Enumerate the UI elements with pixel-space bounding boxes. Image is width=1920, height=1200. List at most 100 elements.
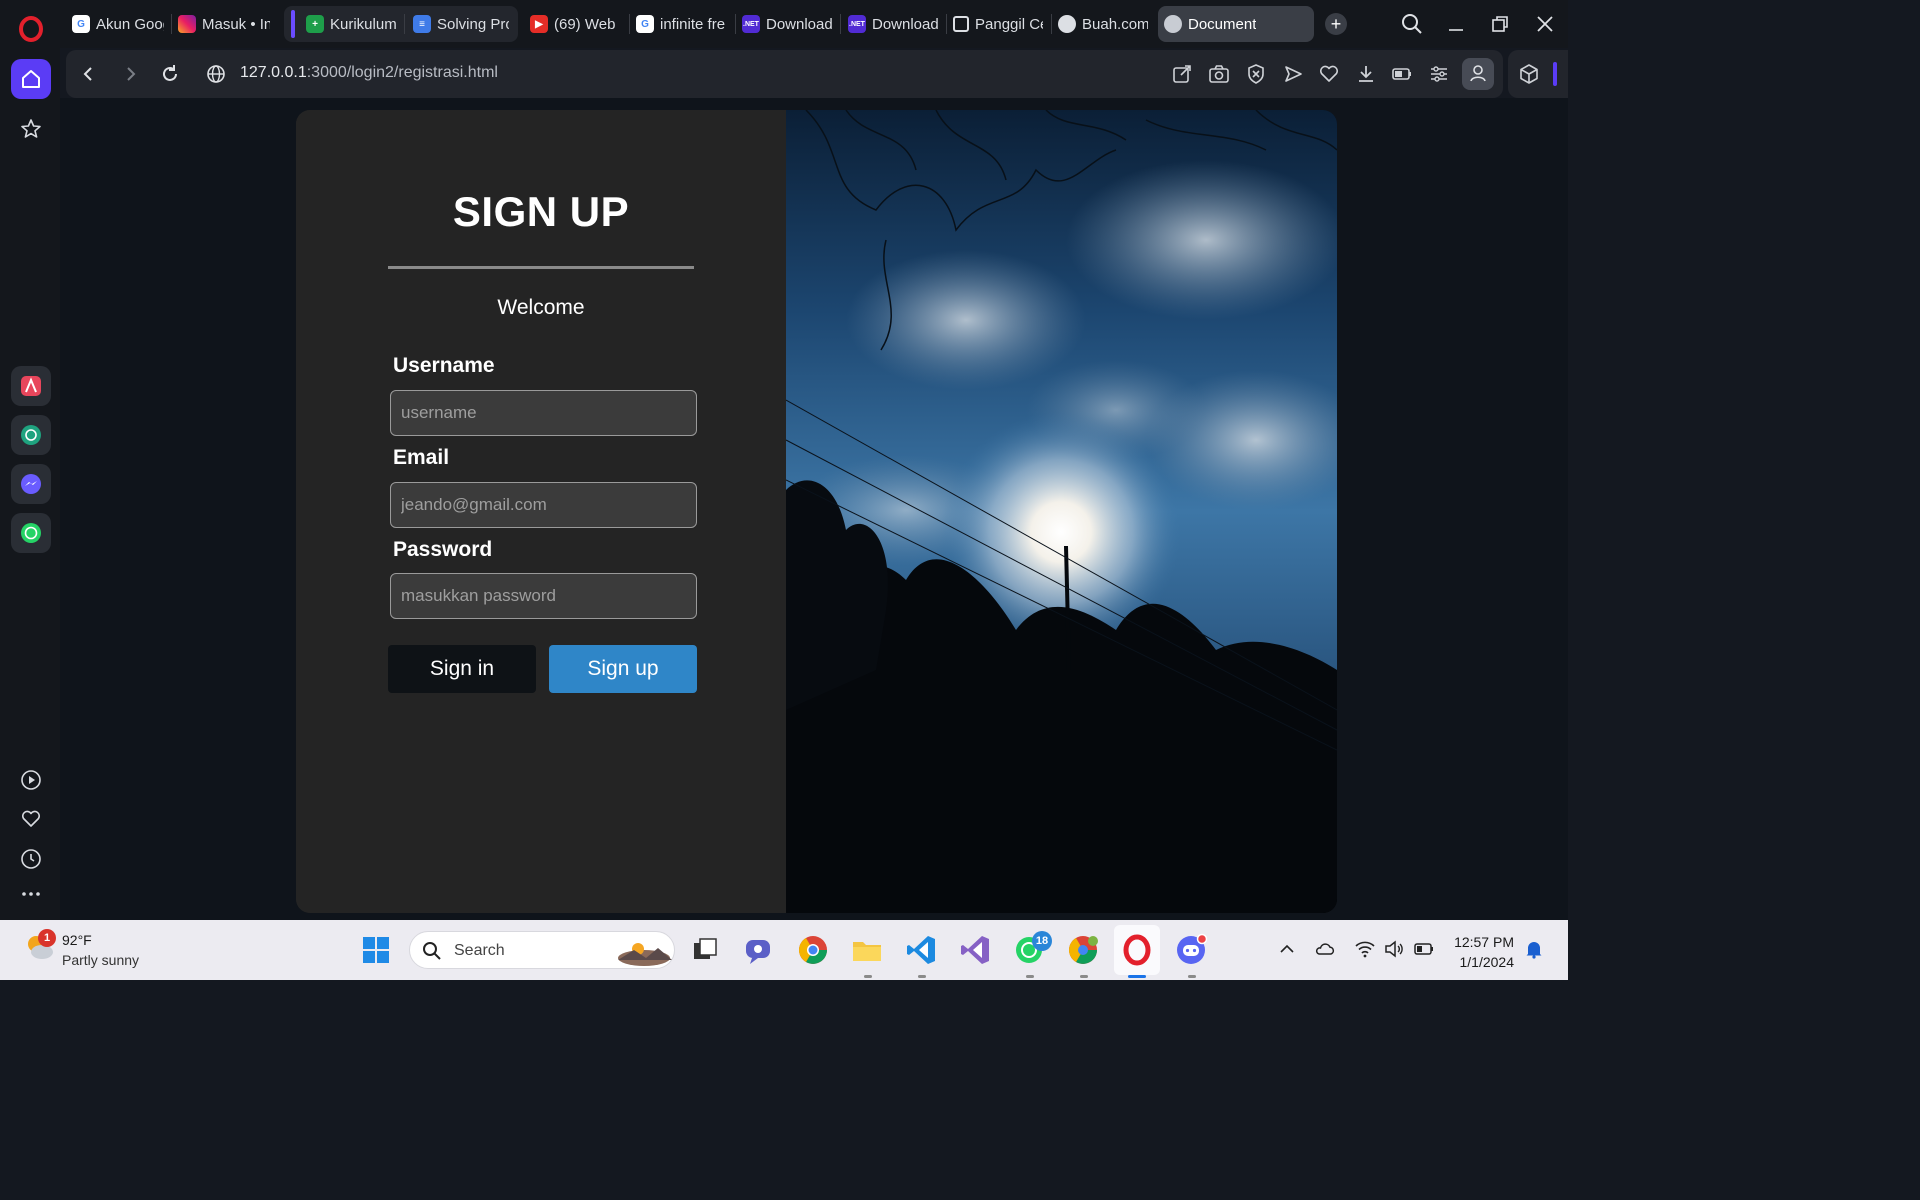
download-icon[interactable] xyxy=(1355,63,1377,85)
user-icon xyxy=(1470,65,1486,82)
weather-temperature[interactable]: 92°F xyxy=(62,932,92,948)
volume-icon[interactable] xyxy=(1383,938,1405,960)
tab-youtube[interactable]: ▶ (69) Web P xyxy=(524,6,626,42)
messenger-button[interactable] xyxy=(11,464,51,504)
battery-icon[interactable] xyxy=(1413,938,1435,960)
tab-akun-google[interactable]: G Akun Goog xyxy=(66,6,170,42)
sign-up-button[interactable]: Sign up xyxy=(549,645,697,693)
discord-icon[interactable] xyxy=(1174,933,1208,967)
sky-photo-illustration xyxy=(785,110,1337,913)
extensions-area xyxy=(1508,50,1568,98)
clock-date: 1/1/2024 xyxy=(1459,954,1515,970)
email-label: Email xyxy=(393,446,450,469)
tab-download-1[interactable]: .NET Download xyxy=(736,6,838,42)
send-arrow-icon[interactable] xyxy=(1282,63,1304,85)
search-highlight-image-icon xyxy=(618,943,672,966)
file-explorer-icon[interactable] xyxy=(850,933,884,967)
play-circle-icon xyxy=(21,770,41,790)
heart-icon[interactable] xyxy=(1318,63,1340,85)
chatgpt-button[interactable] xyxy=(11,415,51,455)
task-view-icon[interactable] xyxy=(688,933,722,967)
sky-sunset-photo xyxy=(785,110,1337,913)
whatsapp-sidebar-button[interactable] xyxy=(11,513,51,553)
easy-setup-icon[interactable] xyxy=(1428,63,1450,85)
sheets-icon: + xyxy=(306,15,324,33)
globe-icon xyxy=(1058,15,1076,33)
signup-card: SIGN UP Welcome Username Email Password … xyxy=(296,110,1337,913)
reload-icon[interactable] xyxy=(158,62,182,86)
aria-button[interactable] xyxy=(11,366,51,406)
tab-instagram[interactable]: Masuk • In xyxy=(172,6,276,42)
tab-buah[interactable]: Buah.com xyxy=(1052,6,1154,42)
url-path: :3000/login2/registrasi.html xyxy=(306,64,498,81)
docs-icon: ≡ xyxy=(413,15,431,33)
google-icon: G xyxy=(636,15,654,33)
weather-condition[interactable]: Partly sunny xyxy=(62,952,139,968)
adblock-shield-icon[interactable] xyxy=(1245,63,1267,85)
running-indicator xyxy=(918,975,926,978)
clock-icon xyxy=(21,849,41,869)
tab-panggil[interactable]: Panggil Ce xyxy=(947,6,1049,42)
google-icon: G xyxy=(72,15,90,33)
welcome-text: Welcome xyxy=(497,296,585,319)
globe-icon xyxy=(1164,15,1182,33)
share-icon[interactable] xyxy=(1171,63,1193,85)
sign-in-button[interactable]: Sign in xyxy=(388,645,536,693)
tab-solving-problem[interactable]: ≡ Solving Pro xyxy=(407,6,515,42)
grid-icon xyxy=(953,16,969,32)
visual-studio-icon[interactable] xyxy=(958,933,992,967)
home-icon xyxy=(22,70,40,88)
opera-taskbar-icon[interactable] xyxy=(1120,933,1154,967)
username-input[interactable] xyxy=(390,390,697,436)
sidebar-indicator xyxy=(1553,62,1557,86)
chevron-up-icon[interactable] xyxy=(1276,938,1298,960)
profile-button[interactable] xyxy=(1462,58,1494,90)
extensions-cube-icon[interactable] xyxy=(1518,63,1540,85)
speed-dial-button[interactable] xyxy=(11,109,51,149)
back-icon[interactable] xyxy=(76,62,100,86)
snapshot-camera-icon[interactable] xyxy=(1208,63,1230,85)
restore-icon[interactable] xyxy=(1488,12,1512,36)
aria-icon xyxy=(21,376,41,396)
username-label: Username xyxy=(393,354,495,377)
new-tab-button[interactable]: + xyxy=(1325,13,1347,35)
forward-icon[interactable] xyxy=(119,62,143,86)
tab-separator xyxy=(840,14,841,34)
tab-download-2[interactable]: .NET Download xyxy=(842,6,944,42)
chrome-icon[interactable] xyxy=(796,933,830,967)
battery-saver-icon[interactable] xyxy=(1391,63,1413,85)
taskbar-search-box[interactable]: Search xyxy=(409,931,675,969)
my-flow-button[interactable] xyxy=(11,799,51,839)
url-host: 127.0.0.1 xyxy=(240,64,307,81)
search-icon xyxy=(423,942,441,960)
windows-start-icon[interactable] xyxy=(359,933,393,967)
onedrive-cloud-icon[interactable] xyxy=(1314,938,1336,960)
taskbar-clock[interactable]: 12:57 PM 1/1/2024 xyxy=(1452,932,1514,972)
wifi-icon[interactable] xyxy=(1354,938,1376,960)
close-window-icon[interactable] xyxy=(1533,12,1557,36)
history-button[interactable] xyxy=(11,839,51,879)
running-indicator xyxy=(1188,975,1196,978)
dotnet-icon: .NET xyxy=(742,15,760,33)
tab-kurikulum[interactable]: + Kurikulum xyxy=(300,6,402,42)
minimize-icon[interactable] xyxy=(1444,12,1468,36)
chrome-profile-icon[interactable] xyxy=(1066,933,1100,967)
heart-icon xyxy=(21,810,41,827)
tab-search-icon[interactable] xyxy=(1400,12,1424,36)
teams-chat-icon[interactable] xyxy=(742,933,776,967)
player-button[interactable] xyxy=(11,760,51,800)
home-button[interactable] xyxy=(11,59,51,99)
opera-logo-icon[interactable] xyxy=(18,16,44,42)
whatsapp-unread-badge: 18 xyxy=(1032,931,1052,951)
vscode-icon[interactable] xyxy=(904,933,938,967)
more-sidebar-button[interactable] xyxy=(11,874,51,914)
running-indicator xyxy=(1026,975,1034,978)
notification-bell-icon[interactable] xyxy=(1523,938,1545,960)
site-info-globe-icon[interactable] xyxy=(204,62,228,86)
email-input[interactable] xyxy=(390,482,697,528)
tab-infinite[interactable]: G infinite fre xyxy=(630,6,734,42)
url-field[interactable]: 127.0.0.1:3000/login2/registrasi.html xyxy=(240,64,498,82)
active-app-indicator xyxy=(1128,975,1146,978)
tab-document-active[interactable]: Document xyxy=(1158,6,1314,42)
password-input[interactable] xyxy=(390,573,697,619)
